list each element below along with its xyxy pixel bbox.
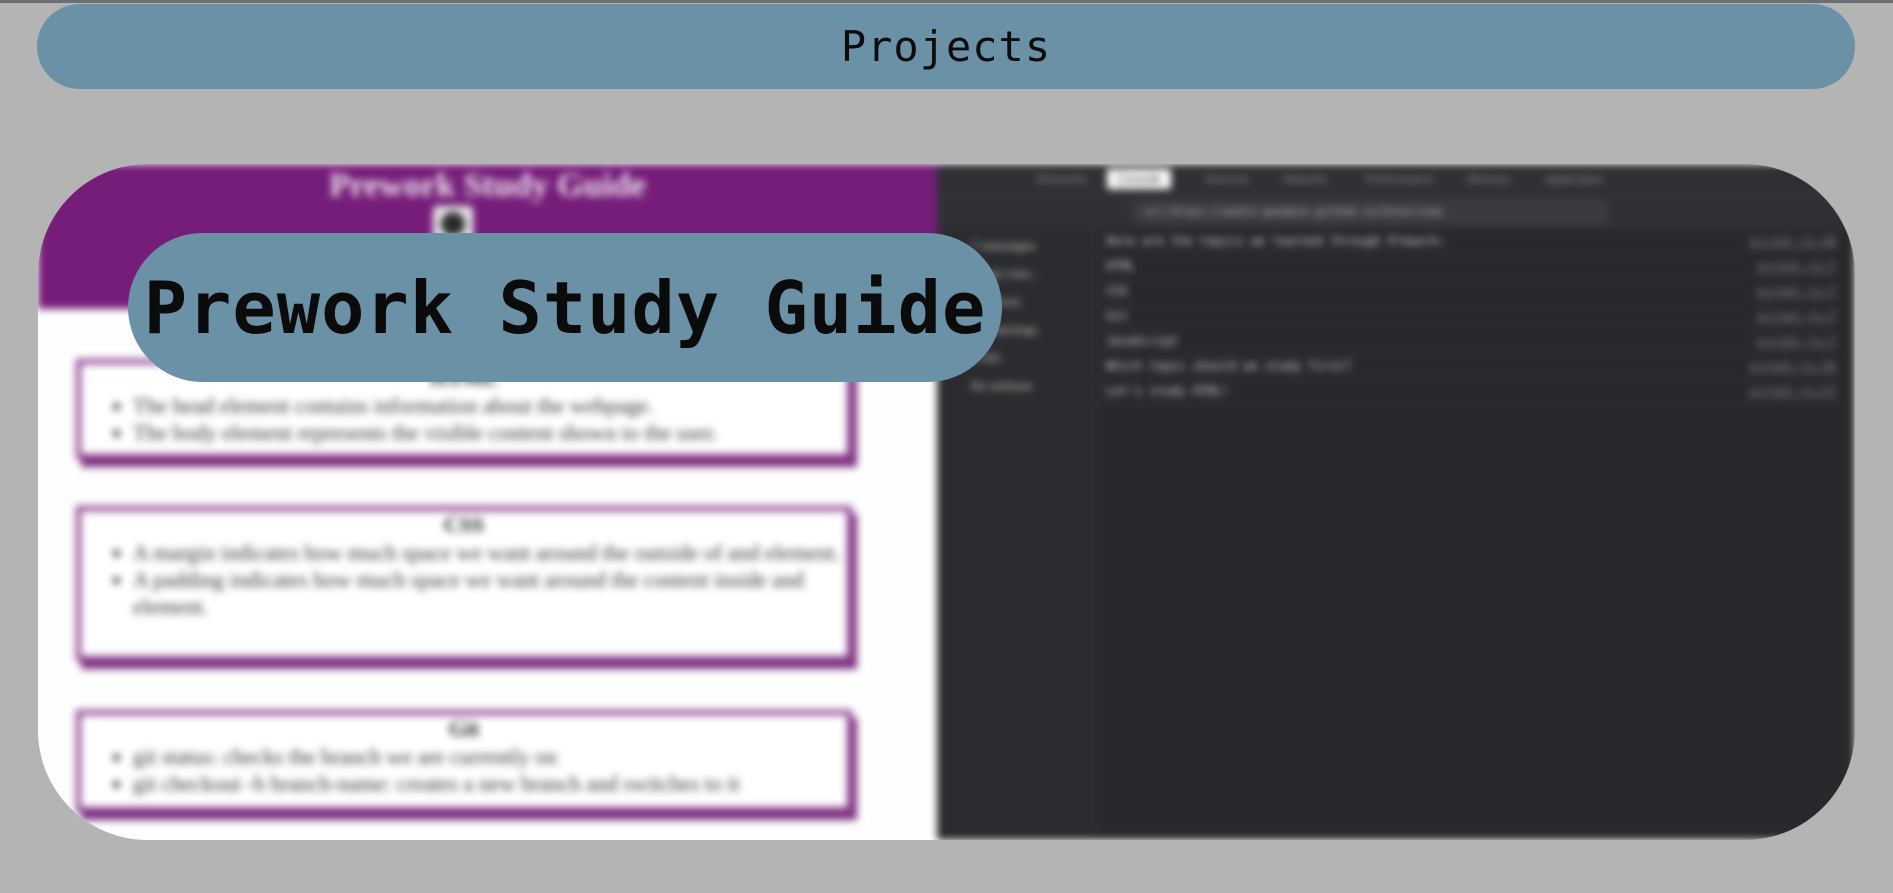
console-line: Git script.js:7 [1096, 304, 1836, 329]
list-item: The head element contains information ab… [133, 392, 847, 419]
devtools-toolbar: url:https://andre-goodwin.github.io/Inte… [937, 194, 1855, 230]
console-message: Git [1106, 309, 1128, 323]
sidebar-item-verbose: No verbose [971, 379, 1033, 393]
list-item: git checkout -b branch-name: creates a n… [133, 770, 847, 797]
console-filter-input: url:https://andre-goodwin.github.io/Inte… [1133, 201, 1607, 223]
list-item: A margin indicates how much space we wan… [133, 539, 847, 566]
topic-card-git: Git git status: checks the branch we are… [76, 710, 852, 812]
console-message: JavaScript [1106, 334, 1179, 348]
console-line: HTML script.js:7 [1096, 254, 1836, 279]
console-message: CSS [1106, 284, 1128, 298]
tab-network: Network [1283, 172, 1328, 186]
console-source-link: script.js:7 [1756, 259, 1836, 273]
devtools-tab-bar: Elements Console Sources Network Perform… [937, 164, 1855, 194]
devtools-panel: Elements Console Sources Network Perform… [937, 164, 1855, 840]
console-source-link: script.js:7 [1756, 334, 1836, 348]
console-output: Here are the topics we learned through P… [1096, 229, 1855, 840]
projects-header: Projects [37, 4, 1855, 89]
console-line: Let's study HTML! script.js:17 [1096, 379, 1836, 404]
topic-title: Git [448, 716, 480, 741]
projects-title: Projects [840, 22, 1052, 71]
topic-list: git status: checks the branch we are cur… [81, 743, 847, 797]
list-item: git status: checks the branch we are cur… [133, 743, 847, 770]
console-message: Which topic should we study first? [1106, 359, 1352, 373]
console-line: JavaScript script.js:7 [1096, 329, 1836, 354]
project-title-pill[interactable]: Prework Study Guide [128, 233, 1002, 382]
tab-performance: Performance [1365, 172, 1434, 186]
study-guide-heading: Prework Study Guide [329, 167, 646, 204]
console-message: HTML [1106, 259, 1135, 273]
sidebar-item-messages: 7 messages [971, 239, 1036, 253]
list-item: The body element represents the visible … [133, 419, 847, 446]
tab-memory: Memory [1467, 172, 1511, 186]
topic-list: A margin indicates how much space we wan… [81, 539, 847, 620]
topic-list: The head element contains information ab… [81, 392, 847, 446]
console-source-link: script.js:17 [1749, 384, 1836, 398]
tab-application: Application [1545, 172, 1604, 186]
console-message: Let's study HTML! [1106, 384, 1229, 398]
topic-title: CSS [443, 512, 485, 537]
project-title: Prework Study Guide [143, 265, 987, 350]
top-rule [0, 0, 1893, 3]
tab-elements: Elements [1037, 172, 1088, 186]
tab-sources: Sources [1205, 172, 1250, 186]
console-source-link: script.js:10 [1749, 234, 1836, 248]
list-item: A padding indicates how much space we wa… [133, 566, 847, 620]
console-source-link: script.js:16 [1749, 359, 1836, 373]
topic-card-css: CSS A margin indicates how much space we… [76, 506, 852, 661]
console-message: Here are the topics we learned through P… [1106, 234, 1446, 248]
console-line: Here are the topics we learned through P… [1096, 229, 1836, 254]
console-source-link: script.js:7 [1756, 309, 1836, 323]
console-source-link: script.js:7 [1756, 284, 1836, 298]
console-line: CSS script.js:7 [1096, 279, 1836, 304]
tab-console: Console [1107, 169, 1172, 189]
console-line: Which topic should we study first? scrip… [1096, 354, 1836, 379]
